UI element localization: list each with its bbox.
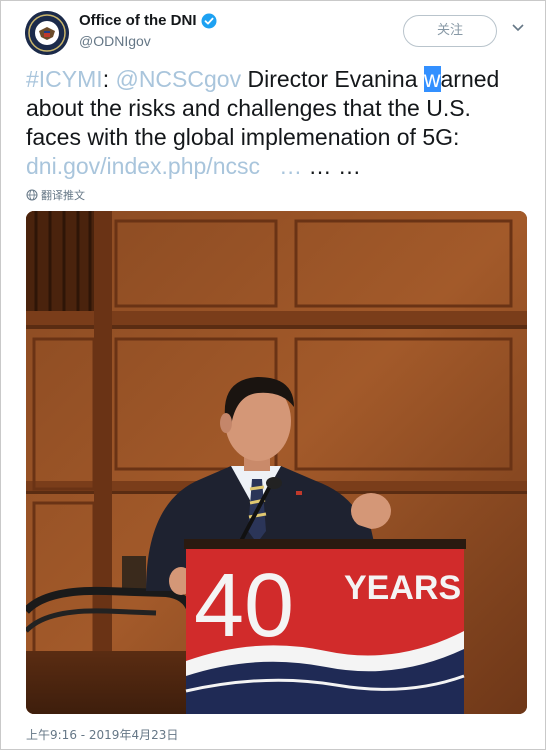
- follow-button[interactable]: 关注: [403, 15, 497, 47]
- translate-label: 翻译推文: [41, 189, 85, 202]
- tweet-colon: :: [102, 66, 116, 92]
- display-name[interactable]: Office of the DNI: [79, 12, 197, 29]
- mention-link[interactable]: @NCSCgov: [115, 66, 241, 92]
- hashtag-link[interactable]: #ICYMI: [26, 66, 103, 92]
- translate-tweet-link[interactable]: 翻译推文: [26, 187, 85, 203]
- trailing-ellipsis: … …: [302, 153, 361, 179]
- handle[interactable]: @ODNIgov: [79, 33, 151, 49]
- avatar[interactable]: [25, 11, 69, 55]
- photo-speaker-at-podium: 40 YEARS: [26, 211, 527, 714]
- url-link[interactable]: dni.gov/index.php/ncsc: [26, 153, 260, 179]
- link-ellipsis: …: [279, 153, 303, 179]
- selected-text: w: [423, 66, 441, 92]
- seal-icon: [25, 11, 69, 55]
- chevron-down-icon[interactable]: [511, 23, 525, 33]
- tweet-header: Office of the DNI @ODNIgov 关注: [1, 1, 546, 63]
- tweet-text: #ICYMI: @NCSCgov Director Evanina warned…: [26, 65, 531, 181]
- verified-badge-icon: [201, 13, 217, 28]
- tweet-body: Director Evanina: [241, 66, 424, 92]
- podium-number: 40: [194, 556, 294, 656]
- podium-word: YEARS: [344, 569, 461, 607]
- timestamp[interactable]: 上午9:16 - 2019年4月23日: [26, 726, 178, 743]
- globe-icon: [26, 189, 38, 201]
- tweet-photo[interactable]: 40 YEARS: [26, 211, 527, 714]
